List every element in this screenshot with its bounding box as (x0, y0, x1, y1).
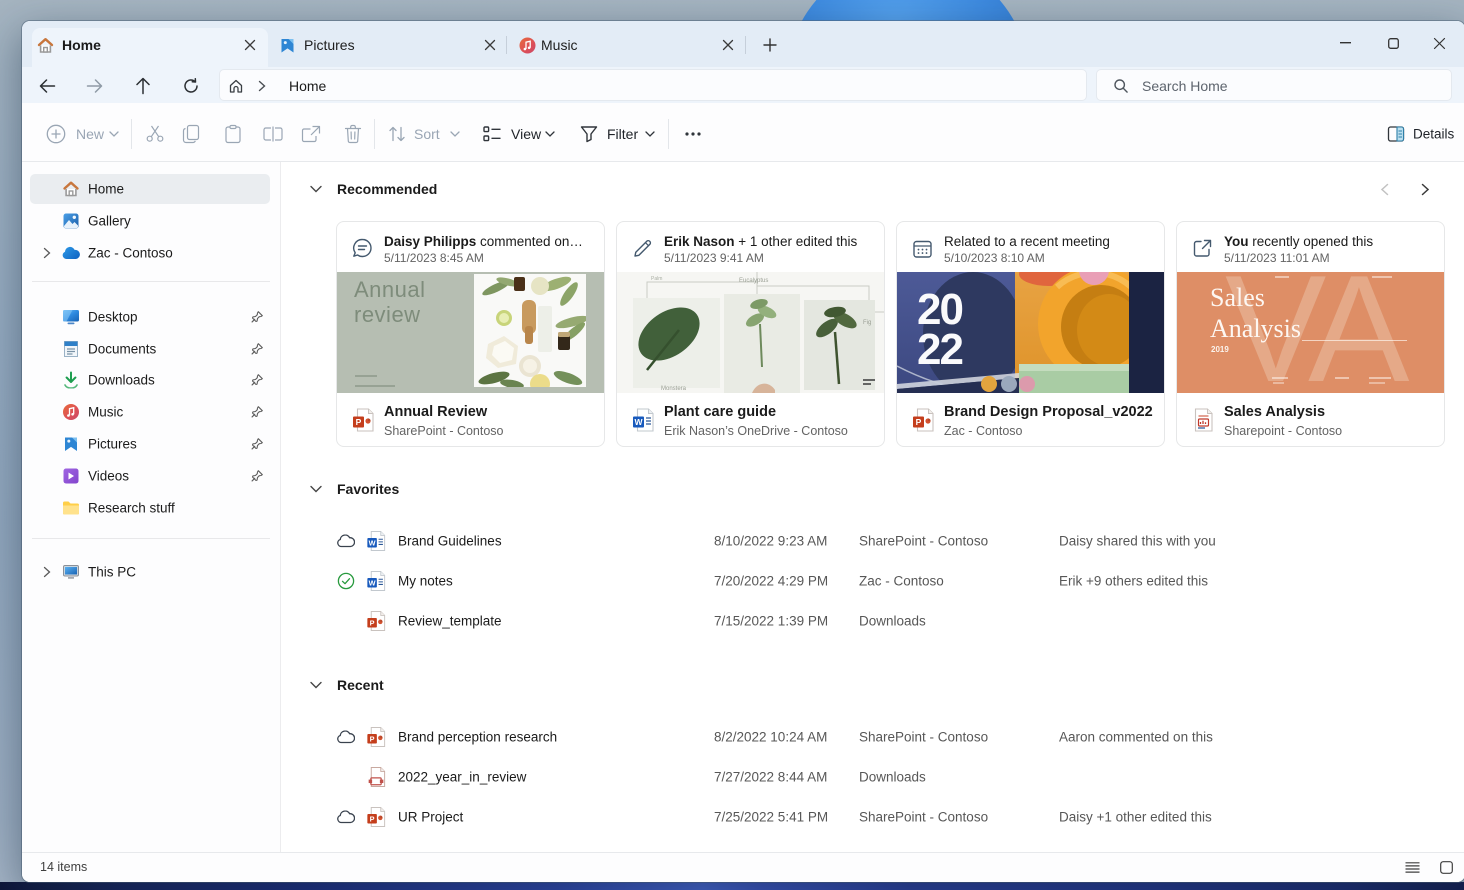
svg-text:P: P (916, 417, 922, 427)
svg-text:P: P (370, 618, 375, 627)
svg-text:Palm: Palm (651, 276, 662, 282)
svg-text:P: P (370, 814, 375, 823)
svg-text:Eucalyptus: Eucalyptus (739, 278, 768, 284)
svg-text:Fig: Fig (863, 320, 871, 326)
svg-text:W: W (634, 417, 643, 427)
svg-text:P: P (370, 734, 375, 743)
svg-text:Monstera: Monstera (661, 386, 687, 392)
svg-text:W: W (369, 578, 376, 587)
svg-text:22: 22 (917, 325, 962, 374)
svg-text:P: P (356, 417, 362, 427)
svg-text:W: W (369, 538, 376, 547)
